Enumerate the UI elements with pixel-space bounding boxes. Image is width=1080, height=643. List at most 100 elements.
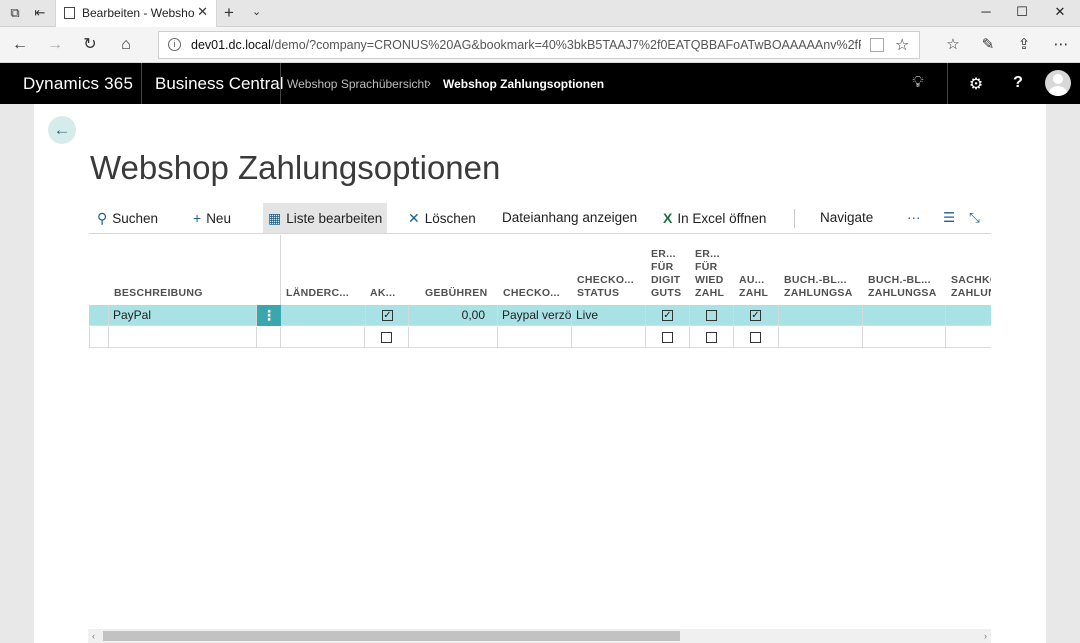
checkbox-wied[interactable]	[706, 332, 717, 343]
excel-label: In Excel öffnen	[677, 211, 767, 226]
column-header-beschreibung[interactable]: BESCHREIBUNG	[109, 235, 277, 305]
minimize-icon[interactable]: ─	[976, 4, 996, 19]
product-name[interactable]: Dynamics 365	[23, 74, 133, 94]
address-bar[interactable]: i dev01.dc.local/demo/?company=CRONUS%20…	[158, 31, 920, 59]
more-icon[interactable]: ⋯	[1050, 35, 1072, 53]
favorites-icon[interactable]: ☆	[942, 35, 964, 53]
cell-beschreibung[interactable]: PayPal	[109, 305, 257, 326]
home-icon[interactable]: ⌂	[115, 35, 137, 55]
column-header-buch-bl-2[interactable]: BUCH.-BL... ZAHLUNGSA	[863, 235, 947, 305]
attachments-button[interactable]: Dateianhang anzeigen	[502, 203, 637, 233]
cell-buch-bl-1[interactable]	[779, 305, 863, 326]
checkbox-zahl[interactable]	[750, 332, 761, 343]
new-tab-icon[interactable]: +	[224, 3, 234, 23]
excel-icon: X	[663, 210, 673, 226]
open-in-excel-button[interactable]: X In Excel öffnen	[663, 203, 766, 233]
horizontal-scrollbar[interactable]: ‹ ›	[88, 629, 991, 643]
row-selector[interactable]	[89, 305, 109, 326]
url-text[interactable]: dev01.dc.local/demo/?company=CRONUS%20AG…	[191, 38, 861, 52]
share-icon[interactable]: ⇪	[1013, 35, 1035, 53]
cell-wied[interactable]	[690, 327, 734, 348]
cell-buch-bl-2[interactable]	[863, 327, 946, 348]
scrollbar-thumb[interactable]	[103, 631, 680, 641]
cell-zahl[interactable]: ✓	[734, 305, 779, 326]
delete-button[interactable]: ✕ Löschen	[408, 203, 476, 233]
scroll-right-icon[interactable]: ›	[984, 629, 987, 643]
checkbox-aktiv[interactable]: ✓	[382, 310, 393, 321]
table-row[interactable]: PayPal ⋮ ✓ 0,00 Paypal verzö Live ✓ ✓	[89, 305, 991, 326]
back-icon[interactable]: ←	[9, 35, 31, 55]
checkbox-aktiv[interactable]	[381, 332, 392, 343]
cell-aktiv[interactable]	[365, 327, 409, 348]
column-header-laendercode[interactable]: LÄNDERC...	[281, 235, 353, 305]
search-label: Suchen	[112, 211, 159, 226]
column-header-wied-zahl[interactable]: ER... FÜR WIED ZAHL	[690, 235, 734, 305]
cell-wied[interactable]	[690, 305, 734, 326]
checkbox-wied[interactable]	[706, 310, 717, 321]
browser-tab-strip: ⧉ ⇤ Bearbeiten - Webshop Z ✕ + ⌄ ─ ☐ ✕	[0, 0, 1080, 27]
breadcrumb-current: Webshop Zahlungsoptionen	[443, 77, 605, 91]
row-selector[interactable]	[89, 327, 109, 348]
gear-icon[interactable]: ⚙	[966, 74, 986, 94]
lightbulb-icon[interactable]: 💡︎	[908, 74, 928, 92]
cell-gebuehren[interactable]: 0,00	[409, 305, 498, 326]
cell-buch-bl-2[interactable]	[863, 305, 946, 326]
maximize-icon[interactable]: ☐	[1012, 4, 1032, 20]
breadcrumb-parent[interactable]: Webshop Sprachübersicht	[287, 77, 428, 91]
cell-sachkonto[interactable]	[946, 327, 991, 348]
tab-preview-icon[interactable]: ⧉	[6, 5, 24, 21]
navigate-button[interactable]: Navigate	[820, 203, 873, 233]
close-tab-icon[interactable]: ✕	[197, 4, 208, 20]
close-window-icon[interactable]: ✕	[1050, 4, 1070, 20]
new-button[interactable]: + Neu	[193, 203, 231, 233]
back-arrow-icon[interactable]: ←	[48, 116, 76, 144]
search-button[interactable]: ⚲ Suchen	[97, 203, 158, 233]
cell-zahl[interactable]	[734, 327, 779, 348]
cell-checkout[interactable]	[498, 327, 572, 348]
forward-icon[interactable]: →	[44, 35, 66, 55]
column-header-buch-bl-1[interactable]: BUCH.-BL... ZAHLUNGSA	[779, 235, 863, 305]
column-header-digit-guts[interactable]: ER... FÜR DIGIT GUTS	[646, 235, 690, 305]
chevron-right-icon: ›	[427, 76, 431, 90]
cell-checkout[interactable]: Paypal verzö	[498, 305, 572, 326]
row-actions-icon[interactable]: ⋮	[257, 305, 281, 326]
column-header-sachkonto[interactable]: SACHKOZAHLUN	[946, 235, 991, 305]
cell-checkout-status[interactable]: Live	[572, 305, 646, 326]
list-view-icon[interactable]: ☰	[943, 203, 955, 233]
data-grid: BESCHREIBUNG LÄNDERC... AK... GEBÜHREN C…	[89, 235, 991, 351]
cell-laendercode[interactable]	[281, 327, 365, 348]
app-name[interactable]: Business Central	[155, 74, 284, 94]
favorite-star-icon[interactable]: ☆	[895, 35, 909, 55]
avatar[interactable]	[1045, 70, 1071, 96]
cell-beschreibung[interactable]	[109, 327, 257, 348]
column-header-checkout[interactable]: CHECKO...	[498, 235, 570, 305]
chevron-down-icon[interactable]: ⌄	[252, 5, 261, 18]
column-header-zahl[interactable]: AU... ZAHL	[734, 235, 778, 305]
checkbox-digit[interactable]: ✓	[662, 310, 673, 321]
table-row[interactable]	[89, 327, 991, 348]
cell-gebuehren[interactable]	[409, 327, 498, 348]
browser-tab[interactable]: Bearbeiten - Webshop Z ✕	[55, 0, 217, 27]
column-header-aktiv[interactable]: AK...	[365, 235, 409, 305]
column-header-gebuehren[interactable]: GEBÜHREN	[420, 235, 510, 305]
column-header-checkout-status[interactable]: CHECKO... STATUS	[572, 235, 646, 305]
more-actions-button[interactable]: ···	[907, 203, 921, 233]
edit-list-button[interactable]: ▦ Liste bearbeiten	[263, 203, 388, 233]
cell-digit[interactable]	[646, 327, 690, 348]
reading-view-icon[interactable]	[870, 38, 884, 52]
refresh-icon[interactable]: ↻	[79, 35, 101, 55]
collapse-icon[interactable]: ⤡	[969, 203, 980, 233]
checkbox-zahl[interactable]: ✓	[750, 310, 761, 321]
cell-buch-bl-1[interactable]	[779, 327, 863, 348]
checkbox-digit[interactable]	[662, 332, 673, 343]
pen-icon[interactable]: ✎	[977, 35, 999, 53]
info-icon[interactable]: i	[168, 38, 181, 51]
help-icon[interactable]: ?	[1008, 74, 1028, 92]
page-content: ← Webshop Zahlungsoptionen ⚲ Suchen + Neu …	[34, 104, 1046, 643]
cell-aktiv[interactable]: ✓	[365, 305, 409, 326]
scroll-left-icon[interactable]: ‹	[92, 629, 95, 643]
cell-checkout-status[interactable]	[572, 327, 646, 348]
cell-digit[interactable]: ✓	[646, 305, 690, 326]
cell-sachkonto[interactable]	[946, 305, 991, 326]
set-aside-tabs-icon[interactable]: ⇤	[31, 5, 49, 21]
